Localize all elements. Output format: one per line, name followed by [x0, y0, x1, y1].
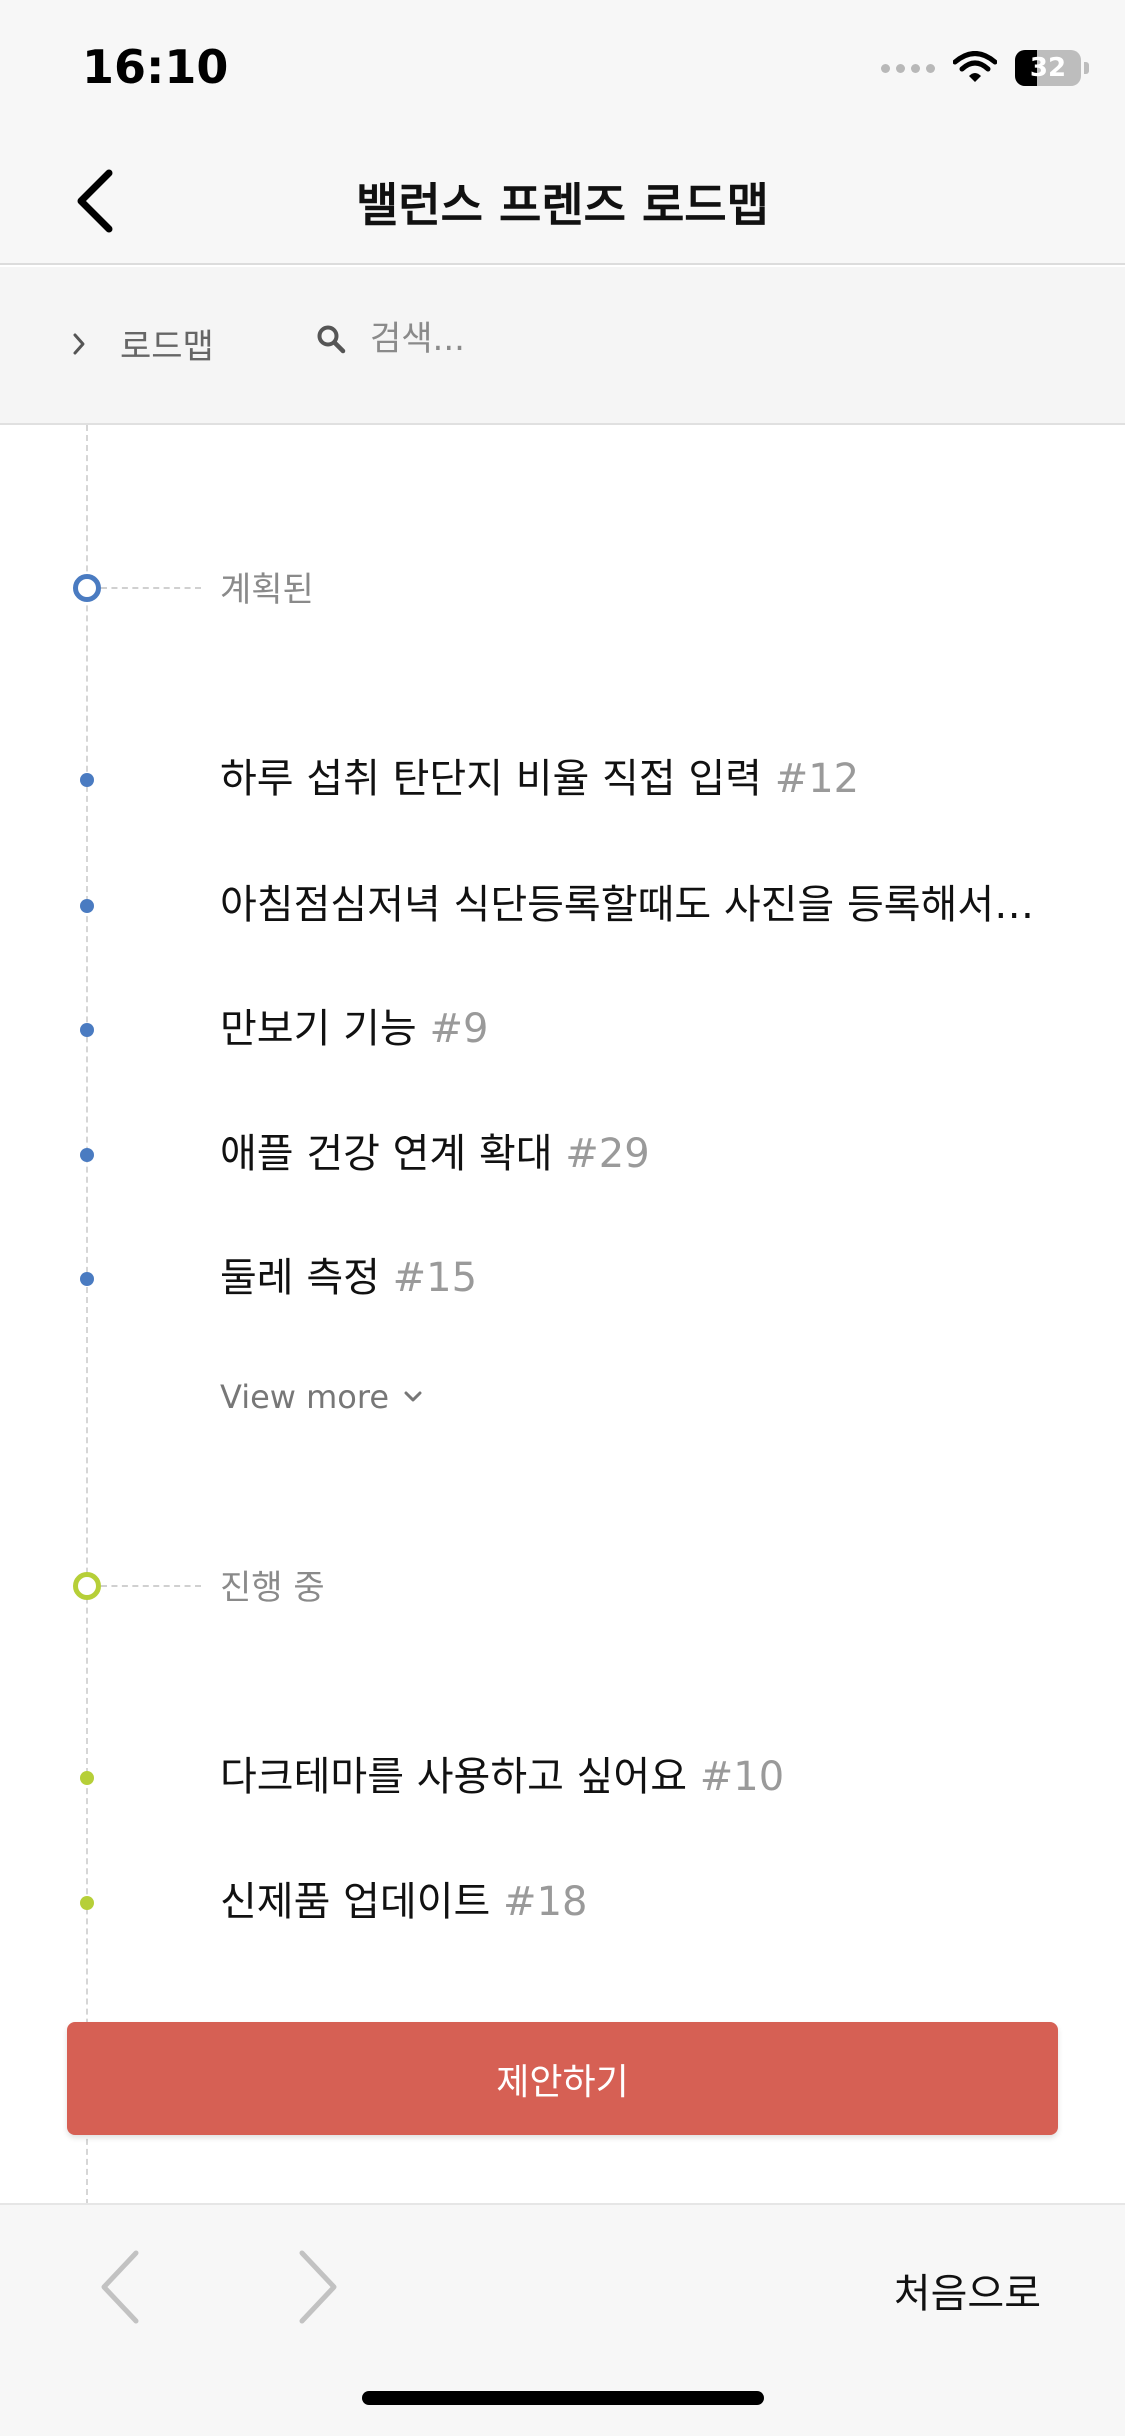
navigation-bar: 밸런스 프렌즈 로드맵 — [0, 135, 1125, 265]
timeline-line — [86, 425, 88, 2205]
item-number: #10 — [699, 1754, 785, 1800]
roadmap-item[interactable]: 아침점심저녁 식단등록할때도 사진을 등록해서 보고싶어요 — [220, 872, 1040, 930]
roadmap-item[interactable]: 하루 섭취 탄단지 비율 직접 입력 #12 — [220, 746, 1040, 804]
chevron-down-icon — [404, 1391, 422, 1402]
search-icon — [317, 325, 346, 354]
forward-nav-button[interactable] — [288, 2237, 348, 2337]
status-icons: 32 — [881, 46, 1089, 90]
section-connector — [101, 1585, 201, 1587]
item-dot — [80, 899, 94, 913]
view-more-button[interactable]: View more — [220, 1378, 423, 1416]
suggest-button[interactable]: 제안하기 — [67, 2022, 1058, 2135]
item-number: #12 — [774, 756, 860, 802]
home-indicator — [362, 2391, 764, 2405]
page-title: 밸런스 프렌즈 로드맵 — [356, 178, 769, 232]
item-title: 애플 건강 연계 확대 — [220, 1131, 553, 1177]
item-number: #15 — [392, 1255, 478, 1301]
item-title: 신제품 업데이트 — [220, 1879, 491, 1925]
breadcrumb-label: 로드맵 — [120, 327, 214, 367]
item-dot — [80, 773, 94, 787]
roadmap-item[interactable]: 신제품 업데이트 #18 — [220, 1869, 1040, 1927]
battery-level: 32 — [1029, 53, 1067, 83]
section-connector — [101, 587, 201, 589]
status-bar: 16:10 32 — [0, 0, 1125, 135]
item-dot — [80, 1771, 94, 1785]
battery-icon: 32 — [1015, 50, 1089, 86]
roadmap-item[interactable]: 둘레 측정 #15 — [220, 1245, 1040, 1303]
back-nav-button[interactable] — [90, 2237, 150, 2337]
search-box[interactable] — [316, 319, 770, 359]
item-number: #9 — [429, 1006, 489, 1052]
item-number: #18 — [503, 1879, 588, 1925]
item-dot — [80, 1148, 94, 1162]
item-title: 다크테마를 사용하고 싶어요 — [220, 1754, 688, 1800]
arrow-left-icon — [101, 2250, 139, 2324]
item-dot — [80, 1023, 94, 1037]
wifi-icon — [953, 51, 997, 82]
section-label-in-progress: 진행 중 — [220, 1568, 325, 1608]
item-title: 아침점심저녁 식단등록할때도 사진을 등록해서 보고싶어요 — [220, 882, 1040, 928]
search-input[interactable] — [370, 319, 770, 359]
section-label-planned: 계획된 — [220, 570, 314, 610]
roadmap-item[interactable]: 다크테마를 사용하고 싶어요 #10 — [220, 1744, 1040, 1802]
home-button[interactable]: 처음으로 — [894, 2261, 1041, 2319]
view-more-label: View more — [220, 1378, 389, 1416]
arrow-right-icon — [299, 2250, 337, 2324]
item-title: 만보기 기능 — [220, 1006, 417, 1052]
item-title: 둘레 측정 — [220, 1255, 380, 1301]
roadmap-item[interactable]: 애플 건강 연계 확대 #29 — [220, 1121, 1040, 1179]
item-dot — [80, 1896, 94, 1910]
section-marker-in-progress — [73, 1572, 101, 1600]
cellular-signal-icon — [881, 63, 935, 73]
item-number: #29 — [565, 1131, 650, 1177]
filter-bar: 로드맵 — [0, 267, 1125, 425]
section-marker-planned — [73, 574, 101, 602]
roadmap-item[interactable]: 만보기 기능 #9 — [220, 996, 1040, 1054]
status-time: 16:10 — [82, 40, 229, 94]
chevron-right-icon — [73, 333, 85, 354]
item-dot — [80, 1272, 94, 1286]
item-title: 하루 섭취 탄단지 비율 직접 입력 — [220, 756, 762, 802]
breadcrumb[interactable]: 로드맵 — [72, 319, 214, 368]
